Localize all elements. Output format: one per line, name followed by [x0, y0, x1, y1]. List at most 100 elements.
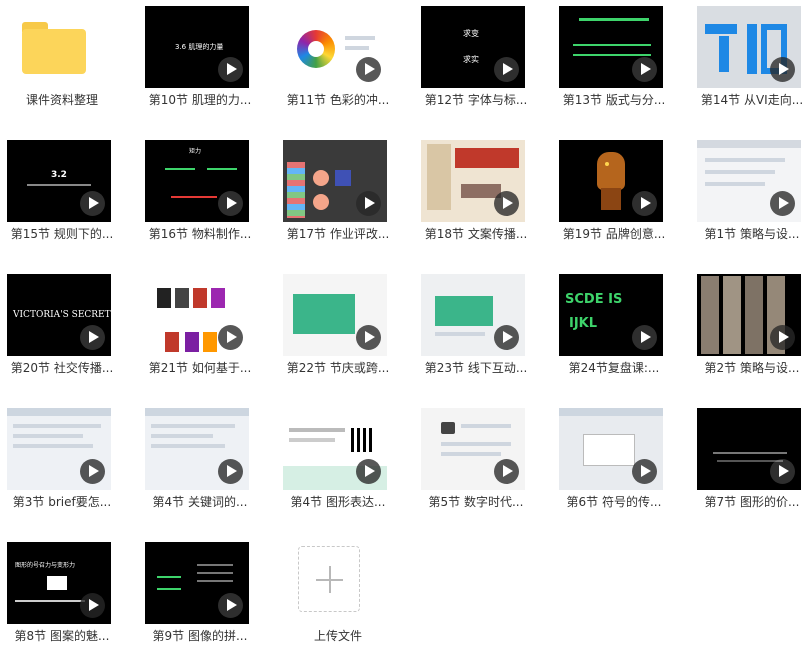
- video-label: 第17节 作业评改...: [286, 227, 390, 241]
- video-item[interactable]: 第14节 从VI走向...: [690, 0, 810, 125]
- video-thumbnail: [145, 542, 249, 624]
- play-icon: [494, 57, 519, 82]
- upload-item[interactable]: 上传文件: [276, 536, 414, 661]
- video-thumbnail: [283, 6, 387, 88]
- play-icon: [494, 459, 519, 484]
- thumb-text: 求实: [463, 55, 479, 64]
- video-label: 第11节 色彩的冲...: [286, 93, 390, 107]
- upload-label: 上传文件: [313, 629, 362, 643]
- video-item[interactable]: 第7节 图形的价...: [690, 402, 810, 527]
- video-item[interactable]: 第21节 如何基于...: [138, 268, 276, 393]
- video-thumbnail: [7, 408, 111, 490]
- video-label: 第9节 图像的拼...: [152, 629, 248, 643]
- play-icon: [356, 57, 381, 82]
- thumb-text: 3.6 肌理的力量: [175, 43, 224, 51]
- video-label: 第7节 图形的价...: [704, 495, 800, 509]
- play-icon: [356, 191, 381, 216]
- video-thumbnail: [559, 408, 663, 490]
- play-icon: [80, 593, 105, 618]
- video-item[interactable]: SCDE IS IJKL 第24节复盘课:...: [552, 268, 690, 393]
- video-item[interactable]: 第2节 策略与设...: [690, 268, 810, 393]
- play-icon: [218, 325, 243, 350]
- video-item[interactable]: 第11节 色彩的冲...: [276, 0, 414, 125]
- folder-item[interactable]: 课件资料整理: [0, 0, 138, 125]
- thumb-text: 3.2: [51, 170, 67, 180]
- thumb-text: 图形的号召力与变形力: [15, 562, 76, 569]
- video-thumbnail: [283, 274, 387, 356]
- video-item[interactable]: 第3节 brief要怎...: [0, 402, 138, 527]
- play-icon: [632, 57, 657, 82]
- play-icon: [80, 325, 105, 350]
- video-item[interactable]: 求变 求实 第12节 字体与标...: [414, 0, 552, 125]
- video-thumbnail: [421, 140, 525, 222]
- video-thumbnail: [421, 274, 525, 356]
- video-thumbnail: 矩力: [145, 140, 249, 222]
- play-icon: [632, 459, 657, 484]
- play-icon: [80, 191, 105, 216]
- video-item[interactable]: 第6节 符号的传...: [552, 402, 690, 527]
- video-label: 第24节复盘课:...: [568, 361, 660, 375]
- video-thumbnail: SCDE IS IJKL: [559, 274, 663, 356]
- thumb-text: 求变: [463, 29, 479, 38]
- video-item[interactable]: 第4节 关键词的...: [138, 402, 276, 527]
- video-thumbnail: [559, 140, 663, 222]
- video-item[interactable]: 第1节 策略与设...: [690, 134, 810, 259]
- video-label: 第10节 肌理的力...: [148, 93, 252, 107]
- video-label: 第13节 版式与分...: [562, 93, 666, 107]
- video-label: 第16节 物料制作...: [148, 227, 252, 241]
- video-label: 第22节 节庆或跨...: [286, 361, 390, 375]
- play-icon: [494, 191, 519, 216]
- video-label: 第2节 策略与设...: [704, 361, 800, 375]
- video-thumbnail: 求变 求实: [421, 6, 525, 88]
- video-thumbnail: [421, 408, 525, 490]
- play-icon: [356, 459, 381, 484]
- video-item[interactable]: 第4节 图形表达...: [276, 402, 414, 527]
- folder-icon: [22, 22, 86, 74]
- video-label: 第15节 规则下的...: [10, 227, 114, 241]
- video-thumbnail: [697, 140, 801, 222]
- video-label: 第19节 品牌创意...: [562, 227, 666, 241]
- video-thumbnail: 3.2: [7, 140, 111, 222]
- video-label: 第3节 brief要怎...: [12, 495, 112, 509]
- video-label: 第4节 关键词的...: [152, 495, 248, 509]
- play-icon: [770, 459, 795, 484]
- video-label: 第5节 数字时代...: [428, 495, 524, 509]
- video-label: 第18节 文案传播...: [424, 227, 528, 241]
- play-icon: [218, 191, 243, 216]
- video-label: 第6节 符号的传...: [566, 495, 662, 509]
- video-label: 第8节 图案的魅...: [14, 629, 110, 643]
- video-label: 第1节 策略与设...: [704, 227, 800, 241]
- video-item[interactable]: 3.6 肌理的力量 第10节 肌理的力...: [138, 0, 276, 125]
- video-item[interactable]: 第23节 线下互动...: [414, 268, 552, 393]
- video-thumbnail: [145, 274, 249, 356]
- video-item[interactable]: 第17节 作业评改...: [276, 134, 414, 259]
- video-item[interactable]: 第9节 图像的拼...: [138, 536, 276, 661]
- play-icon: [632, 191, 657, 216]
- video-item[interactable]: 第18节 文案传播...: [414, 134, 552, 259]
- video-thumbnail: [283, 140, 387, 222]
- play-icon: [494, 325, 519, 350]
- video-thumbnail: [283, 408, 387, 490]
- video-item[interactable]: 3.2 第15节 规则下的...: [0, 134, 138, 259]
- video-label: 第21节 如何基于...: [148, 361, 252, 375]
- video-thumbnail: 3.6 肌理的力量: [145, 6, 249, 88]
- video-item[interactable]: 图形的号召力与变形力 第8节 图案的魅...: [0, 536, 138, 661]
- video-item[interactable]: 第19节 品牌创意...: [552, 134, 690, 259]
- video-thumbnail: [559, 6, 663, 88]
- folder-label: 课件资料整理: [25, 93, 98, 107]
- video-item[interactable]: 第13节 版式与分...: [552, 0, 690, 125]
- play-icon: [218, 459, 243, 484]
- video-item[interactable]: 第5节 数字时代...: [414, 402, 552, 527]
- thumb-text: 矩力: [189, 148, 202, 155]
- play-icon: [632, 325, 657, 350]
- thumb-text: VICTORIA'S SECRET: [13, 310, 111, 320]
- video-item[interactable]: 第22节 节庆或跨...: [276, 268, 414, 393]
- video-item[interactable]: VICTORIA'S SECRET 第20节 社交传播...: [0, 268, 138, 393]
- video-thumbnail: [697, 408, 801, 490]
- video-label: 第20节 社交传播...: [10, 361, 114, 375]
- plus-icon[interactable]: [298, 546, 360, 612]
- video-item[interactable]: 矩力 第16节 物料制作...: [138, 134, 276, 259]
- video-label: 第14节 从VI走向...: [700, 93, 804, 107]
- video-thumbnail: 图形的号召力与变形力: [7, 542, 111, 624]
- video-label: 第4节 图形表达...: [290, 495, 386, 509]
